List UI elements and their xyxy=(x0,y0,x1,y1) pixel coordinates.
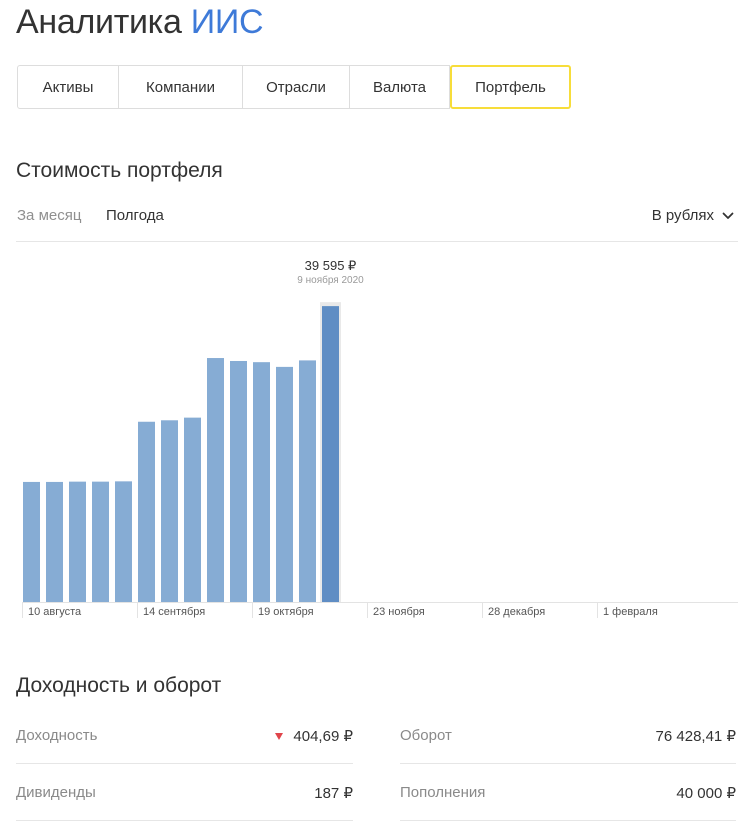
yield-label: Доходность xyxy=(16,727,98,744)
chart-bar[interactable] xyxy=(253,362,270,602)
deposits-value: 40 000 ₽ xyxy=(676,785,736,802)
period-month[interactable]: За месяц xyxy=(17,207,81,224)
stat-divider xyxy=(16,820,353,821)
chart-bar[interactable] xyxy=(299,360,316,602)
stat-divider xyxy=(400,763,736,764)
stat-divider xyxy=(16,763,353,764)
x-tick-label: 28 декабря xyxy=(488,606,545,618)
dividends-value: 187 ₽ xyxy=(314,785,353,802)
down-triangle-icon xyxy=(275,732,284,740)
chart-bar[interactable] xyxy=(138,421,155,602)
analytics-tabs: Активы Компании Отрасли Валюта Портфель xyxy=(17,65,571,109)
stat-divider xyxy=(400,820,736,821)
tooltip-date: 9 ноября 2020 xyxy=(297,274,364,286)
chart-bar[interactable] xyxy=(115,481,132,602)
returns-heading: Доходность и оборот xyxy=(16,674,222,697)
x-tick-label: 10 августа xyxy=(28,606,82,618)
page-title-main: Аналитика xyxy=(16,3,182,41)
yield-amount: 404,69 ₽ xyxy=(293,728,353,745)
page-title-accent: ИИС xyxy=(190,3,264,41)
x-tick-label: 23 ноября xyxy=(373,606,425,618)
x-tick-label: 1 февраля xyxy=(603,606,658,618)
x-tick-label: 19 октября xyxy=(258,606,314,618)
chevron-down-icon xyxy=(722,212,734,219)
turnover-label: Оборот xyxy=(400,727,452,744)
period-half-year[interactable]: Полгода xyxy=(106,207,164,224)
tab-companies[interactable]: Компании xyxy=(119,65,243,109)
turnover-value: 76 428,41 ₽ xyxy=(655,728,736,745)
chart-bar[interactable] xyxy=(161,420,178,602)
portfolio-value-heading: Стоимость портфеля xyxy=(16,159,223,182)
tab-currency[interactable]: Валюта xyxy=(350,65,450,109)
dividends-label: Дивиденды xyxy=(16,784,96,801)
x-tick-label: 14 сентября xyxy=(143,606,205,618)
section-divider xyxy=(16,241,738,242)
deposits-label: Пополнения xyxy=(400,784,486,801)
chart-bar[interactable] xyxy=(276,366,293,602)
yield-value: 404,69 ₽ xyxy=(275,727,353,745)
chart-bar[interactable] xyxy=(46,481,63,602)
tab-portfolio[interactable]: Портфель xyxy=(450,65,571,109)
chart-bar[interactable] xyxy=(230,360,247,602)
tab-industries[interactable]: Отрасли xyxy=(243,65,350,109)
chart-bar[interactable] xyxy=(184,417,201,602)
chart-bar[interactable] xyxy=(207,358,224,602)
tab-assets[interactable]: Активы xyxy=(17,65,119,109)
currency-dropdown[interactable]: В рублях xyxy=(652,207,734,224)
tooltip-value: 39 595 ₽ xyxy=(305,258,357,273)
portfolio-value-chart: 10 августа 14 сентября 19 октября 23 ноября… xyxy=(22,258,738,618)
page-title: Аналитика ИИС xyxy=(16,0,264,44)
chart-bar-selected[interactable] xyxy=(322,306,339,602)
chart-bar[interactable] xyxy=(69,481,86,602)
chart-bar[interactable] xyxy=(92,481,109,602)
chart-bar[interactable] xyxy=(23,481,40,602)
currency-dropdown-label: В рублях xyxy=(651,207,714,224)
